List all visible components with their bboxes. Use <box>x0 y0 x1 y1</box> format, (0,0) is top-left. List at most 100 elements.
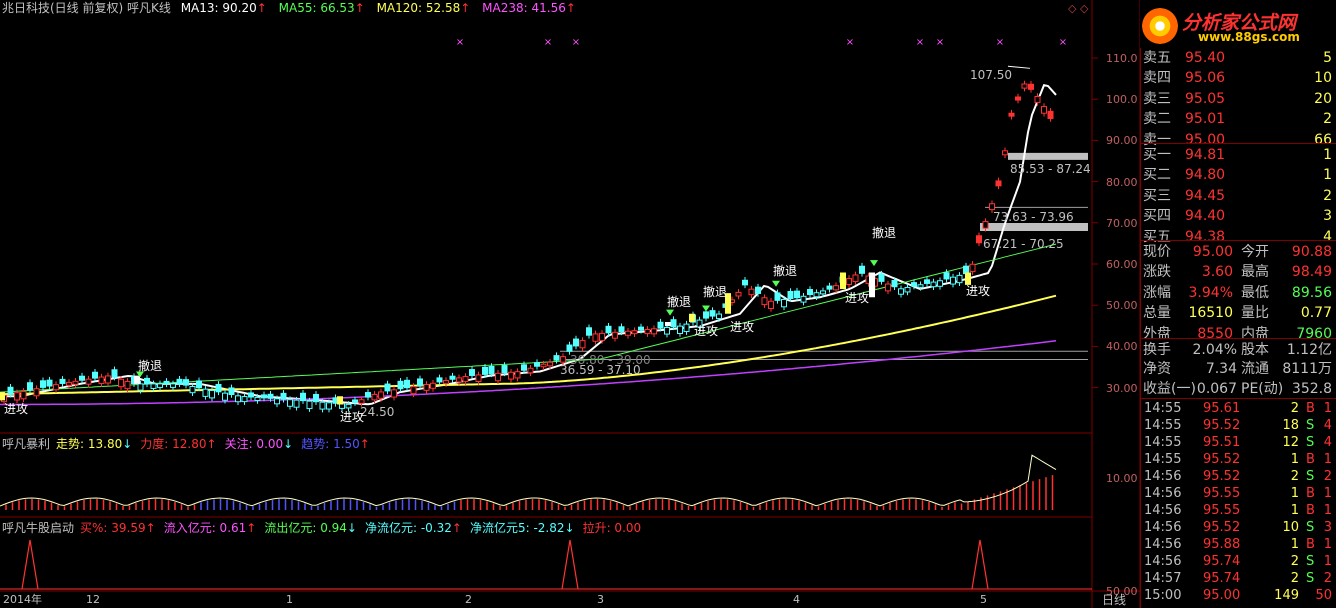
retreat-label: 撤退 <box>667 295 692 309</box>
candle-body <box>742 279 748 286</box>
candle-body <box>137 383 144 391</box>
tick-row[interactable]: 14:56 95.88 1 B 1 <box>1141 536 1336 553</box>
stat-row: 涨幅 3.94% 最低 89.56 <box>1141 283 1336 303</box>
candle-body <box>267 393 274 399</box>
tick-list[interactable]: 14:55 95.61 2 B 1 14:55 95.52 18 S 4 14:55 95.51 12 S… <box>1141 400 1336 604</box>
tick-price: 95.88 <box>1203 537 1241 552</box>
tick-volume: 18 <box>1282 418 1299 433</box>
candle-body <box>495 372 501 382</box>
candle-body <box>274 398 280 405</box>
candle-body <box>365 392 371 398</box>
stat-value: 2.04% <box>1192 342 1237 358</box>
candle-body <box>982 221 989 229</box>
tick-time: 14:56 <box>1144 554 1182 569</box>
tick-row[interactable]: 14:56 95.55 1 B 1 <box>1141 502 1336 519</box>
ma120-line <box>0 294 1057 396</box>
retreat-label: 撤退 <box>872 226 897 240</box>
tick-row[interactable]: 14:55 95.52 18 S 4 <box>1141 417 1336 434</box>
tick-price: 95.55 <box>1203 486 1241 501</box>
quote-price: 95.01 <box>1185 111 1226 128</box>
stat-value: 95.00 <box>1192 244 1233 260</box>
kline-chart[interactable]: × × × × × × × × <box>0 0 1140 608</box>
tick-row[interactable]: 15:00 95.00 149 50 <box>1141 587 1336 604</box>
stat-row: 涨跌 3.60 最高 98.49 <box>1141 262 1336 282</box>
tick-row[interactable]: 14:55 95.51 12 S 4 <box>1141 434 1336 451</box>
candle-body <box>209 389 215 399</box>
signal-candle <box>337 396 343 405</box>
tick-count: 3 <box>1323 520 1332 535</box>
candle-body <box>72 380 79 385</box>
stat-label: 现价 <box>1143 244 1171 260</box>
diamond-small-icon[interactable]: ◇ <box>1080 2 1088 15</box>
price-tick: 70.00 <box>1106 216 1138 230</box>
retreat-label: 撤退 <box>773 264 798 278</box>
quote-level: 卖二 <box>1143 111 1171 128</box>
quote-price: 94.40 <box>1185 208 1226 225</box>
candle-body <box>573 338 579 347</box>
candle-body <box>937 280 943 287</box>
candle-body <box>7 386 14 395</box>
period-label[interactable]: 日线 <box>1102 593 1126 607</box>
candle-body <box>657 321 664 329</box>
stat-label: 今开 <box>1241 244 1269 260</box>
watermark-logo: 分析家公式网 www.88gs.com <box>1138 6 1336 46</box>
stat-value: 98.49 <box>1291 264 1332 281</box>
tick-row[interactable]: 14:56 95.74 2 S 1 <box>1141 553 1336 570</box>
candle-body <box>833 285 839 291</box>
candle-body <box>118 378 124 388</box>
indicator2-spike <box>21 539 39 590</box>
tick-price: 95.52 <box>1203 469 1241 484</box>
candle-body <box>436 377 443 383</box>
tick-row[interactable]: 14:56 95.52 2 S 2 <box>1141 468 1336 485</box>
time-tick: 2 <box>465 593 472 606</box>
quote-level: 买四 <box>1143 208 1171 225</box>
candle-body <box>53 384 59 391</box>
tick-row[interactable]: 14:56 95.55 1 B 1 <box>1141 485 1336 502</box>
tick-volume: 2 <box>1290 554 1299 569</box>
candle-body <box>157 383 163 388</box>
tick-price: 95.55 <box>1203 503 1241 518</box>
tick-row[interactable]: 14:57 95.74 2 S 2 <box>1141 570 1336 587</box>
candle-body <box>501 365 508 374</box>
ma120-label: MA120: 52.58↑ <box>376 1 471 15</box>
candle-body <box>1034 96 1041 103</box>
retreat-arrow-icon <box>772 280 780 287</box>
tick-row[interactable]: 14:55 95.52 1 B 1 <box>1141 451 1336 468</box>
ma13-label: MA13: 90.20↑ <box>180 1 267 15</box>
candle-body <box>261 394 267 399</box>
tick-side: S <box>1306 554 1315 569</box>
tick-count: 2 <box>1323 571 1332 586</box>
quote-row: 卖三 95.05 20 <box>1141 89 1336 109</box>
candle-body <box>527 367 534 374</box>
tick-volume: 2 <box>1290 571 1299 586</box>
candle-body <box>378 391 384 399</box>
tick-side: S <box>1306 418 1315 433</box>
candle-body <box>46 379 53 387</box>
tick-price: 95.51 <box>1203 435 1241 450</box>
candle-body <box>14 392 20 401</box>
tick-volume: 10 <box>1282 520 1299 535</box>
candle-body <box>813 292 820 298</box>
stat-label: 流通 <box>1241 361 1269 378</box>
candle-body <box>105 375 111 384</box>
candle-body <box>1041 106 1047 114</box>
candle-body <box>976 235 982 244</box>
candle-body <box>891 280 898 288</box>
tick-volume: 149 <box>1274 588 1299 603</box>
tick-side: B <box>1306 452 1315 467</box>
retreat-arrow-icon <box>702 305 710 312</box>
tick-time: 15:00 <box>1144 588 1182 603</box>
tick-row[interactable]: 14:55 95.61 2 B 1 <box>1141 400 1336 417</box>
stock-title: 兆日科技(日线 前复权) 呼凡K线 <box>2 1 171 15</box>
tick-row[interactable]: 14:56 95.52 10 S 3 <box>1141 519 1336 536</box>
stat-row: 净资 7.34 流通 8111万 <box>1141 359 1336 378</box>
tick-volume: 1 <box>1290 486 1299 501</box>
stat-row: 总量 16510 量比 0.77 <box>1141 303 1336 323</box>
candle-body <box>235 395 241 403</box>
stat-value: 89.56 <box>1291 284 1332 301</box>
candle-body <box>215 383 222 393</box>
indicator2-value: 净流亿元5: -2.82↓ <box>469 521 575 535</box>
price-tick: 100.0 <box>1106 93 1138 107</box>
diamond-icon[interactable]: ◇ <box>1068 2 1076 15</box>
quote-level: 买一 <box>1143 147 1171 163</box>
